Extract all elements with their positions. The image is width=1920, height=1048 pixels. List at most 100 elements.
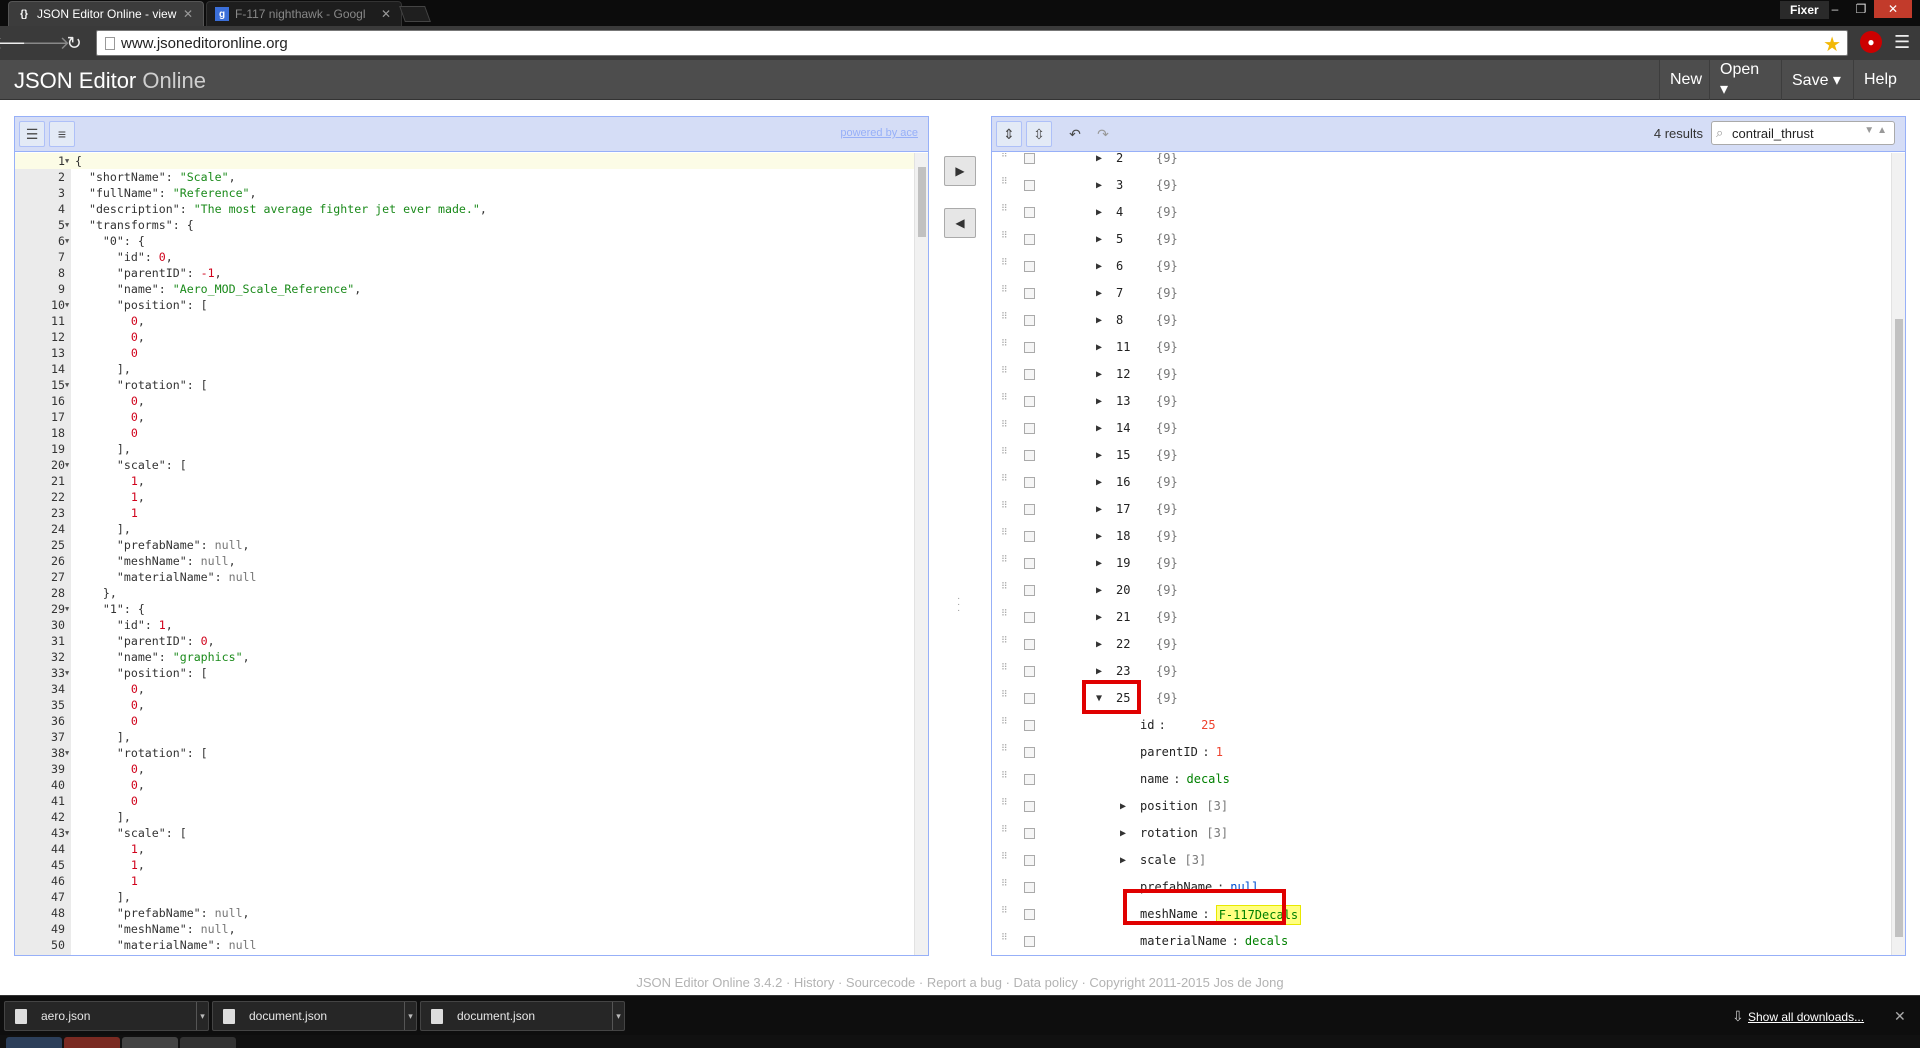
fold-arrow-icon[interactable]: ▼ [65,601,73,617]
node-value[interactable]: 25 [1201,712,1215,739]
expand-arrow-icon[interactable]: ▶ [1096,172,1102,199]
drag-handle-icon[interactable]: ⠿ [1001,367,1009,381]
expand-arrow-icon[interactable]: ▶ [1096,334,1102,361]
expand-arrow-icon[interactable]: ▶ [1096,253,1102,280]
taskbar-app-icon[interactable] [122,1037,178,1048]
drag-handle-icon[interactable]: ⠿ [1001,153,1009,165]
drag-handle-icon[interactable]: ⠿ [1001,637,1009,651]
node-key[interactable]: 8 [1116,307,1123,334]
downloads-close-icon[interactable]: ✕ [1894,1008,1906,1025]
select-checkbox-icon[interactable] [1024,450,1035,461]
node-key[interactable]: 7 [1116,280,1123,307]
expand-all-icon[interactable]: ⇕ [996,121,1022,147]
splitter-grip-icon[interactable]: · · · [957,594,960,616]
node-key[interactable]: scale [1140,847,1176,874]
tab-close-icon[interactable]: ✕ [381,7,391,21]
node-key[interactable]: materialName [1140,928,1227,955]
expand-arrow-icon[interactable]: ▶ [1096,307,1102,334]
copy-to-left-button[interactable]: ◀ [944,208,976,238]
expand-arrow-icon[interactable]: ▶ [1096,469,1102,496]
drag-handle-icon[interactable]: ⠿ [1001,610,1009,624]
chevron-down-icon[interactable]: ▾ [404,1002,416,1030]
restore-icon[interactable]: ❐ [1848,0,1874,18]
download-item[interactable]: document.json ▾ [212,1001,417,1031]
drag-handle-icon[interactable]: ⠿ [1001,880,1009,894]
select-checkbox-icon[interactable] [1024,369,1035,380]
drag-handle-icon[interactable]: ⠿ [1001,934,1009,948]
drag-handle-icon[interactable]: ⠿ [1001,664,1009,678]
tree-scrollbar[interactable] [1891,153,1905,955]
select-checkbox-icon[interactable] [1024,396,1035,407]
select-checkbox-icon[interactable] [1024,801,1035,812]
expand-arrow-icon[interactable]: ▶ [1096,442,1102,469]
expand-arrow-icon[interactable]: ▶ [1096,415,1102,442]
node-value[interactable]: decals [1245,928,1288,955]
browser-tab-google[interactable]: g F-117 nighthawk - Googl ✕ [206,1,402,26]
drag-handle-icon[interactable]: ⠿ [1001,583,1009,597]
node-key[interactable]: 14 [1116,415,1130,442]
fold-arrow-icon[interactable]: ▼ [65,297,73,313]
drag-handle-icon[interactable]: ⠿ [1001,421,1009,435]
window-close-icon[interactable]: ✕ [1874,0,1912,18]
select-checkbox-icon[interactable] [1024,855,1035,866]
expand-arrow-icon[interactable]: ▶ [1096,604,1102,631]
expand-arrow-icon[interactable]: ▶ [1096,550,1102,577]
powered-by-ace-link[interactable]: powered by ace [840,127,918,139]
drag-handle-icon[interactable]: ⠿ [1001,772,1009,786]
forward-icon[interactable]: 🡒 [22,31,70,55]
reload-icon[interactable]: ↻ [62,31,86,55]
select-checkbox-icon[interactable] [1024,180,1035,191]
select-checkbox-icon[interactable] [1024,504,1035,515]
search-input[interactable]: ⌕ contrail_thrust ▼▲ [1711,121,1895,145]
node-key[interactable]: 17 [1116,496,1130,523]
drag-handle-icon[interactable]: ⠿ [1001,691,1009,705]
node-key[interactable]: 2 [1116,153,1123,172]
taskbar-chrome-icon[interactable] [64,1037,120,1048]
drag-handle-icon[interactable]: ⠿ [1001,826,1009,840]
expand-arrow-icon[interactable]: ▶ [1096,361,1102,388]
select-checkbox-icon[interactable] [1024,585,1035,596]
code-scrollbar[interactable] [914,153,928,955]
taskbar-app-icon[interactable] [180,1037,236,1048]
fold-arrow-icon[interactable]: ▼ [65,377,73,393]
browser-menu-icon[interactable]: ☰ [1894,32,1910,53]
node-key[interactable]: 18 [1116,523,1130,550]
expand-arrow-icon[interactable]: ▶ [1096,153,1102,172]
drag-handle-icon[interactable]: ⠿ [1001,313,1009,327]
drag-handle-icon[interactable]: ⠿ [1001,259,1009,273]
drag-handle-icon[interactable]: ⠿ [1001,853,1009,867]
collapse-all-icon[interactable]: ⇳ [1026,121,1052,147]
select-checkbox-icon[interactable] [1024,666,1035,677]
drag-handle-icon[interactable]: ⠿ [1001,799,1009,813]
new-tab-button[interactable] [399,6,431,22]
drag-handle-icon[interactable]: ⠿ [1001,394,1009,408]
drag-handle-icon[interactable]: ⠿ [1001,178,1009,192]
drag-handle-icon[interactable]: ⠿ [1001,529,1009,543]
node-key[interactable]: 5 [1116,226,1123,253]
node-key[interactable]: 6 [1116,253,1123,280]
drag-handle-icon[interactable]: ⠿ [1001,502,1009,516]
drag-handle-icon[interactable]: ⠿ [1001,907,1009,921]
node-key[interactable]: rotation [1140,820,1198,847]
expand-arrow-icon[interactable]: ▶ [1096,280,1102,307]
node-key[interactable]: 16 [1116,469,1130,496]
select-checkbox-icon[interactable] [1024,261,1035,272]
taskbar-start-icon[interactable] [6,1037,62,1048]
expand-arrow-icon[interactable]: ▶ [1096,199,1102,226]
node-key[interactable]: parentID [1140,739,1198,766]
tree-scrollbar-thumb[interactable] [1895,319,1903,937]
show-all-downloads-link[interactable]: Show all downloads... [1748,1010,1864,1024]
drag-handle-icon[interactable]: ⠿ [1001,718,1009,732]
select-checkbox-icon[interactable] [1024,747,1035,758]
copy-to-right-button[interactable]: ▶ [944,156,976,186]
fold-arrow-icon[interactable]: ▼ [65,745,73,761]
code-scrollbar-thumb[interactable] [918,167,926,237]
fold-arrow-icon[interactable]: ▼ [65,217,73,233]
node-key[interactable]: 13 [1116,388,1130,415]
drag-handle-icon[interactable]: ⠿ [1001,205,1009,219]
format-icon[interactable]: ☰ [19,121,45,147]
open-button[interactable]: Open ▾ [1709,60,1781,100]
drag-handle-icon[interactable]: ⠿ [1001,448,1009,462]
drag-handle-icon[interactable]: ⠿ [1001,286,1009,300]
code-text-area[interactable]: 1 ▼{2 "shortName": "Scale", 3 "fullName": … [15,153,928,955]
